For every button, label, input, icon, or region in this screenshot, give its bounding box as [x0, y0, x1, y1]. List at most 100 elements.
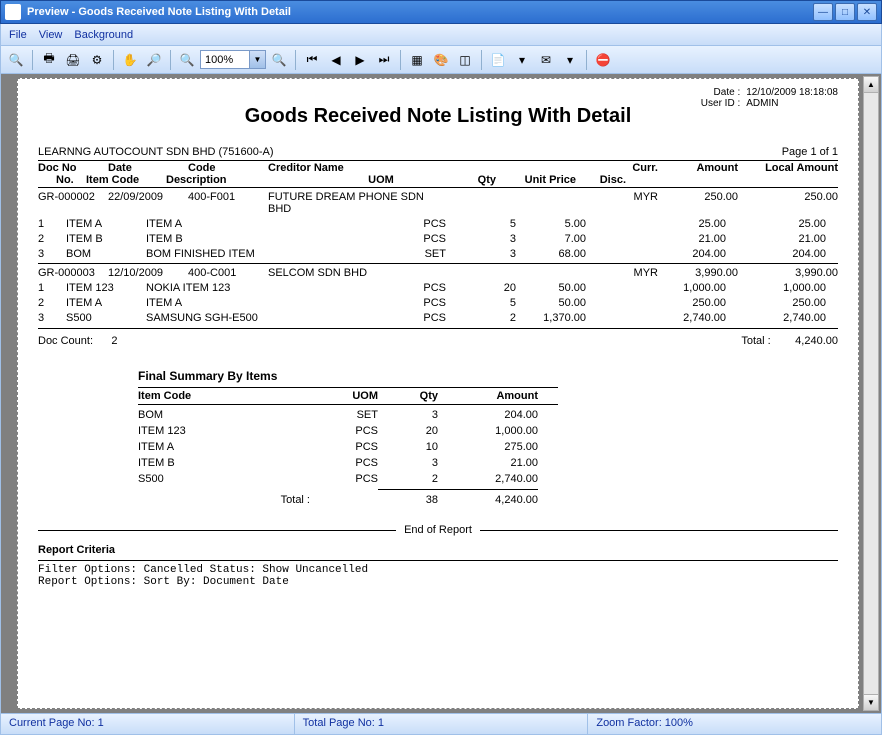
window-controls: — □ ✕: [813, 3, 877, 21]
export-dd-icon[interactable]: ▾: [511, 49, 533, 71]
doc-count-label: Doc Count:: [38, 335, 93, 347]
report-page: Date :12/10/2009 18:18:08 User ID :ADMIN…: [17, 78, 859, 709]
multipage-icon[interactable]: ▦: [406, 49, 428, 71]
document-viewport: Date :12/10/2009 18:18:08 User ID :ADMIN…: [0, 74, 882, 714]
status-zoom: Zoom Factor: 100%: [588, 714, 881, 734]
toolbar: 🔍 🖶 🖨 ⚙ ✋ 🔎 🔍 ▼ 🔍 ⏮ ◀ ▶ ⏭ ▦ 🎨 ◫ 📄 ▾ ✉ ▾ …: [0, 46, 882, 74]
company-name: LEARNNG AUTOCOUNT SDN BHD (751600-A): [38, 146, 274, 158]
divider: [378, 489, 538, 490]
hdr-amount: Amount: [658, 162, 738, 174]
prev-page-icon[interactable]: ◀: [325, 49, 347, 71]
status-current-page: Current Page No: 1: [1, 714, 295, 734]
criteria-line1: Filter Options: Cancelled Status: Show U…: [38, 564, 838, 576]
doc-item-row: 1ITEM AITEM APCS55.0025.0025.00: [38, 218, 838, 230]
status-bar: Current Page No: 1 Total Page No: 1 Zoom…: [0, 714, 882, 735]
end-of-report-text: End of Report: [396, 524, 480, 536]
last-page-icon[interactable]: ⏭: [373, 49, 395, 71]
company-page-line: LEARNNG AUTOCOUNT SDN BHD (751600-A) Pag…: [38, 146, 838, 158]
next-page-icon[interactable]: ▶: [349, 49, 371, 71]
window-title: Preview - Goods Received Note Listing Wi…: [27, 6, 813, 18]
sum-total-label: Total :: [138, 494, 318, 506]
status-total-page: Total Page No: 1: [295, 714, 589, 734]
scroll-down-button[interactable]: ▼: [864, 694, 878, 710]
zoom-combo: ▼: [200, 50, 266, 69]
separator: [32, 50, 33, 70]
margin-right: ▲ ▼: [861, 74, 881, 713]
sum-total-qty: 38: [378, 494, 438, 506]
zoom-tool-icon[interactable]: 🔎: [143, 49, 165, 71]
maximize-button[interactable]: □: [835, 3, 855, 21]
sum-hdr-uom: UOM: [318, 390, 378, 402]
menu-background[interactable]: Background: [74, 29, 133, 41]
hdr-curr: Curr.: [613, 162, 658, 174]
hdr-disc: Disc.: [576, 174, 626, 186]
summary-row: BOMSET3204.00: [138, 409, 558, 421]
doc-count-value: 2: [111, 335, 117, 347]
separator: [400, 50, 401, 70]
print-icon[interactable]: 🖶: [38, 49, 60, 71]
report-criteria: Report Criteria Filter Options: Cancelle…: [38, 544, 838, 588]
zoom-in-icon[interactable]: 🔍: [268, 49, 290, 71]
zoom-out-icon[interactable]: 🔍: [176, 49, 198, 71]
doc-item-row: 3S500SAMSUNG SGH-E500PCS21,370.002,740.0…: [38, 312, 838, 324]
sum-hdr-amount: Amount: [438, 390, 538, 402]
doc-header-row: GR-00000222/09/2009400-F001FUTURE DREAM …: [38, 191, 838, 215]
first-page-icon[interactable]: ⏮: [301, 49, 323, 71]
menu-view[interactable]: View: [39, 29, 63, 41]
divider: [38, 328, 838, 329]
sum-total-amount: 4,240.00: [438, 494, 538, 506]
docs-container: GR-00000222/09/2009400-F001FUTURE DREAM …: [38, 191, 838, 324]
scroll-up-button[interactable]: ▲: [864, 77, 878, 93]
quick-print-icon[interactable]: 🖨: [62, 49, 84, 71]
zoom-dropdown-button[interactable]: ▼: [250, 50, 266, 69]
app-icon: [5, 4, 21, 20]
hand-icon[interactable]: ✋: [119, 49, 141, 71]
doc-item-row: 2ITEM BITEM BPCS37.0021.0021.00: [38, 233, 838, 245]
email-dd-icon[interactable]: ▾: [559, 49, 581, 71]
stop-icon[interactable]: ⛔: [592, 49, 614, 71]
close-button[interactable]: ✕: [857, 3, 877, 21]
search-icon[interactable]: 🔍: [5, 49, 27, 71]
criteria-title: Report Criteria: [38, 544, 838, 556]
sum-hdr-code: Item Code: [138, 390, 318, 402]
menu-bar: File View Background: [0, 24, 882, 46]
title-bar: Preview - Goods Received Note Listing Wi…: [0, 0, 882, 24]
doc-item-row: 2ITEM AITEM APCS550.00250.00250.00: [38, 297, 838, 309]
doc-header-row: GR-00000312/10/2009400-C001SELCOM SDN BH…: [38, 267, 838, 279]
export-icon[interactable]: 📄: [487, 49, 509, 71]
summary-rows: BOMSET3204.00ITEM 123PCS201,000.00ITEM A…: [138, 409, 558, 485]
email-icon[interactable]: ✉: [535, 49, 557, 71]
zoom-input[interactable]: [200, 50, 250, 69]
date-value: 12/10/2009 18:18:08: [746, 87, 838, 98]
hdr-uom: UOM: [316, 174, 446, 186]
separator: [586, 50, 587, 70]
separator: [295, 50, 296, 70]
minimize-button[interactable]: —: [813, 3, 833, 21]
color-icon[interactable]: 🎨: [430, 49, 452, 71]
summary-row: ITEM BPCS321.00: [138, 457, 558, 469]
hdr-code: Code: [188, 162, 268, 174]
total-label: Total :: [741, 335, 770, 347]
divider: [38, 160, 838, 161]
hdr-date: Date: [108, 162, 188, 174]
menu-file[interactable]: File: [9, 29, 27, 41]
doc-item-row: 3BOMBOM FINISHED ITEMSET368.00204.00204.…: [38, 248, 838, 260]
hdr-no: No.: [56, 174, 86, 186]
end-of-report: End of Report: [38, 524, 838, 536]
summary-row: ITEM APCS10275.00: [138, 441, 558, 453]
userid-value: ADMIN: [746, 98, 778, 109]
hdr-creditor: Creditor Name: [268, 162, 448, 174]
divider: [38, 560, 838, 561]
divider: [38, 263, 838, 264]
hdr-desc: Description: [166, 174, 316, 186]
total-value: 4,240.00: [795, 335, 838, 347]
separator: [481, 50, 482, 70]
summary-block: Final Summary By Items Item Code UOM Qty…: [138, 369, 558, 506]
hdr-local-amount: Local Amount: [738, 162, 838, 174]
sum-hdr-qty: Qty: [378, 390, 438, 402]
watermark-icon[interactable]: ◫: [454, 49, 476, 71]
hdr-qty: Qty: [446, 174, 496, 186]
vertical-scrollbar[interactable]: ▲ ▼: [863, 76, 879, 711]
hdr-item-code: Item Code: [86, 174, 166, 186]
page-setup-icon[interactable]: ⚙: [86, 49, 108, 71]
